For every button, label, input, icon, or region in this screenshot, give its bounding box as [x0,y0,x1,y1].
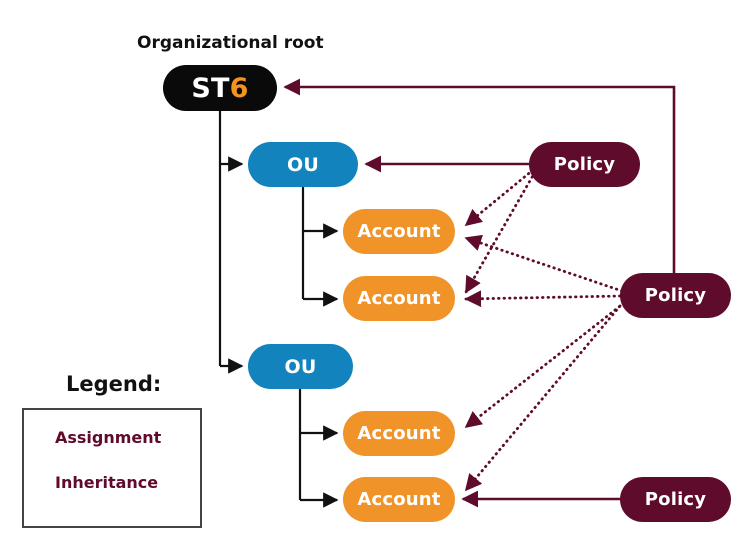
node-ou-2-label: OU [284,355,317,378]
node-account-2[interactable]: Account [343,276,455,321]
root-label-main: ST [191,72,230,104]
node-account-4[interactable]: Account [343,477,455,522]
node-policy-2-label: Policy [644,285,707,306]
legend-box [22,408,202,528]
legend-item-inheritance-label: Inheritance [55,473,159,492]
node-policy-2[interactable]: Policy [620,273,731,318]
edge-policy2-to-acct3-inheritance [464,301,626,429]
root-label-accent: 6 [229,72,249,104]
node-policy-1[interactable]: Policy [529,142,640,187]
node-policy-1-label: Policy [553,154,616,175]
edge-policy2-to-acct1-inheritance [464,234,624,293]
node-ou-1-label: OU [287,153,319,176]
node-organizational-root[interactable]: ST 6 [163,65,277,111]
edge-policy1-to-acct1-inheritance [464,168,535,227]
node-account-1[interactable]: Account [343,209,455,254]
node-ou-1[interactable]: OU [248,142,358,187]
node-policy-3[interactable]: Policy [620,477,731,522]
node-policy-3-label: Policy [644,489,707,510]
organizational-root-caption: Organizational root [137,33,324,53]
node-account-2-label: Account [357,288,441,309]
node-account-3-label: Account [357,423,441,444]
edge-policy2-to-acct4-inheritance [464,304,622,492]
node-account-1-label: Account [357,221,441,242]
node-account-3[interactable]: Account [343,411,455,456]
inheritance-edges [464,168,626,492]
legend-item-assignment-label: Assignment [55,428,162,447]
legend-title: Legend: [66,372,162,396]
edge-policy2-to-acct2-inheritance [464,290,622,308]
node-ou-2[interactable]: OU [248,344,353,389]
node-account-4-label: Account [357,489,441,510]
edge-policy1-to-acct2-inheritance [464,170,537,294]
